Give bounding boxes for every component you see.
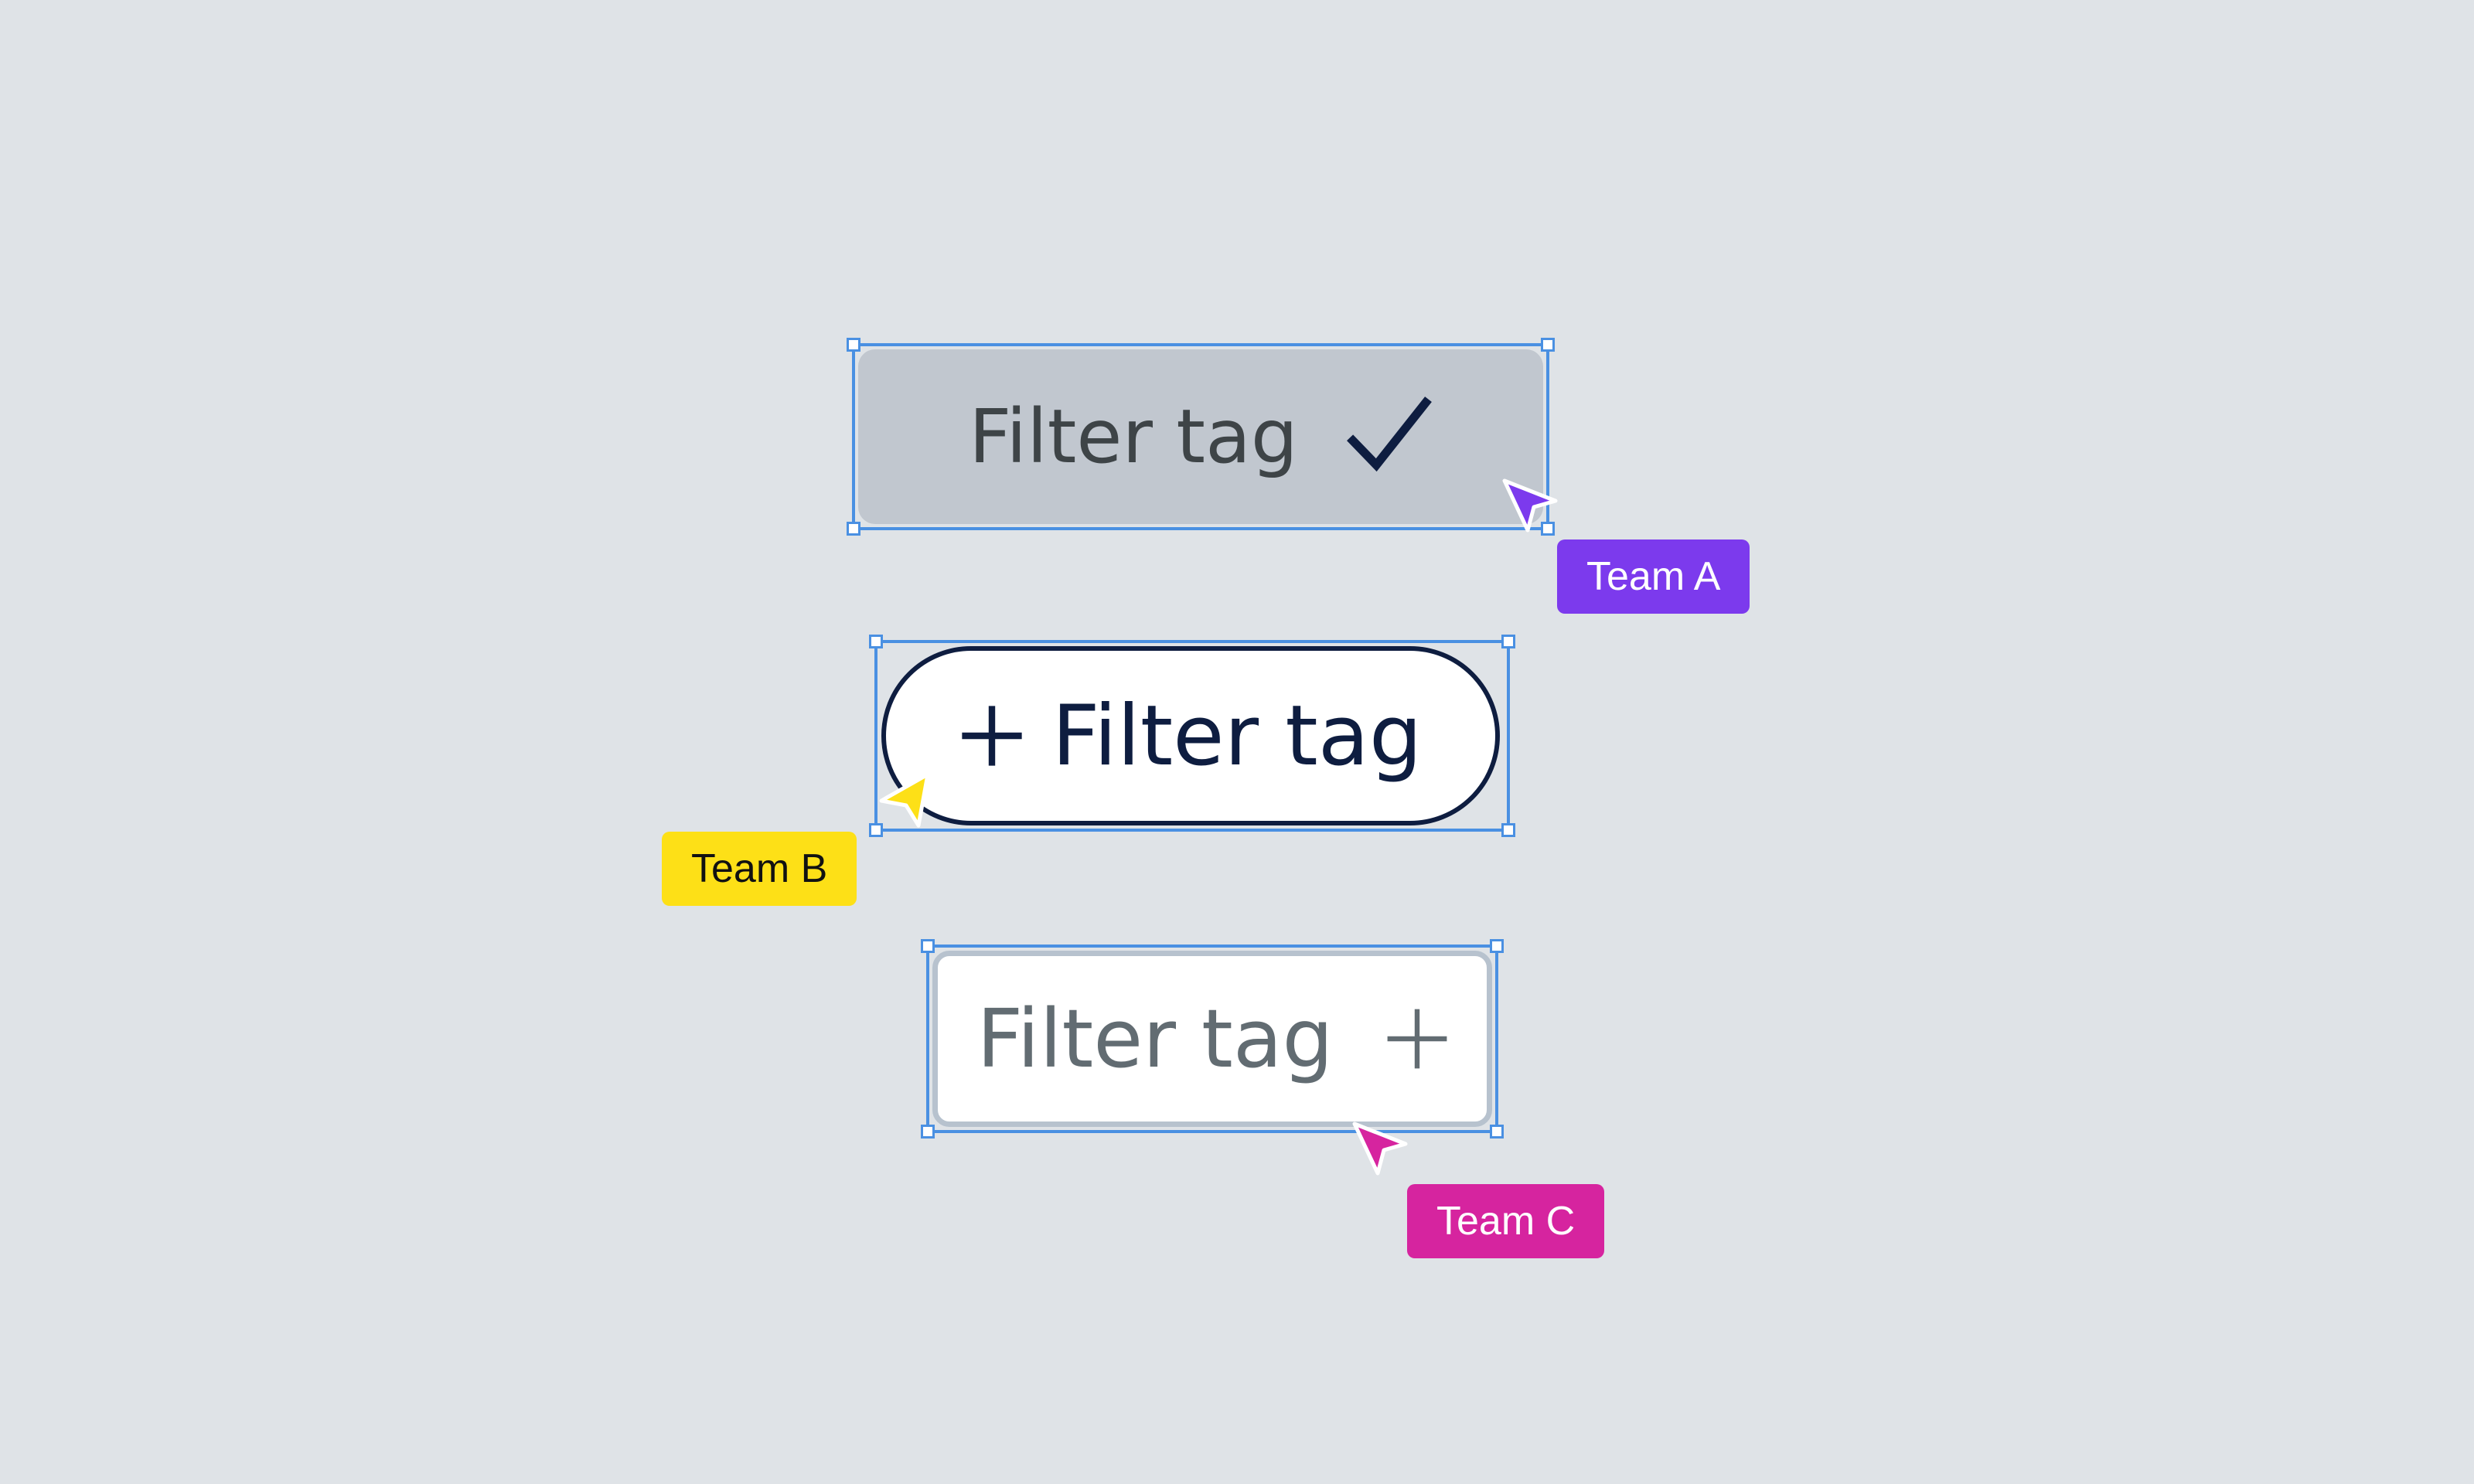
filter-tag-label: Filter tag (1051, 687, 1423, 785)
design-canvas[interactable]: Filter tag Filter tag Filter tag Team A … (0, 0, 2474, 1484)
filter-tag-add-outlined[interactable]: Filter tag (932, 951, 1492, 1127)
filter-tag-add-pill[interactable]: Filter tag (881, 646, 1500, 825)
resize-handle-bottom-right[interactable] (1490, 1125, 1504, 1139)
resize-handle-bottom-right[interactable] (1501, 823, 1515, 837)
resize-handle-top-right[interactable] (1501, 635, 1515, 648)
plus-icon (961, 706, 1022, 766)
resize-handle-top-right[interactable] (1490, 939, 1504, 953)
resize-handle-bottom-left[interactable] (847, 522, 860, 536)
cursor-arrow-icon (1350, 1119, 1412, 1181)
collaborator-label-team-a: Team A (1557, 539, 1750, 614)
cursor-arrow-icon (874, 768, 935, 830)
checkmark-icon (1346, 397, 1432, 472)
resize-handle-top-left[interactable] (869, 635, 883, 648)
cursor-arrow-icon (1500, 476, 1562, 538)
resize-handle-top-right[interactable] (1541, 338, 1555, 352)
plus-icon (1387, 1009, 1447, 1069)
filter-tag-label: Filter tag (969, 393, 1298, 480)
resize-handle-bottom-left[interactable] (921, 1125, 935, 1139)
resize-handle-top-left[interactable] (847, 338, 860, 352)
resize-handle-top-left[interactable] (921, 939, 935, 953)
filter-tag-selected[interactable]: Filter tag (858, 349, 1543, 524)
collaborator-label-team-b: Team B (662, 832, 857, 906)
filter-tag-label: Filter tag (976, 992, 1334, 1086)
collaborator-label-team-c: Team C (1407, 1184, 1605, 1258)
